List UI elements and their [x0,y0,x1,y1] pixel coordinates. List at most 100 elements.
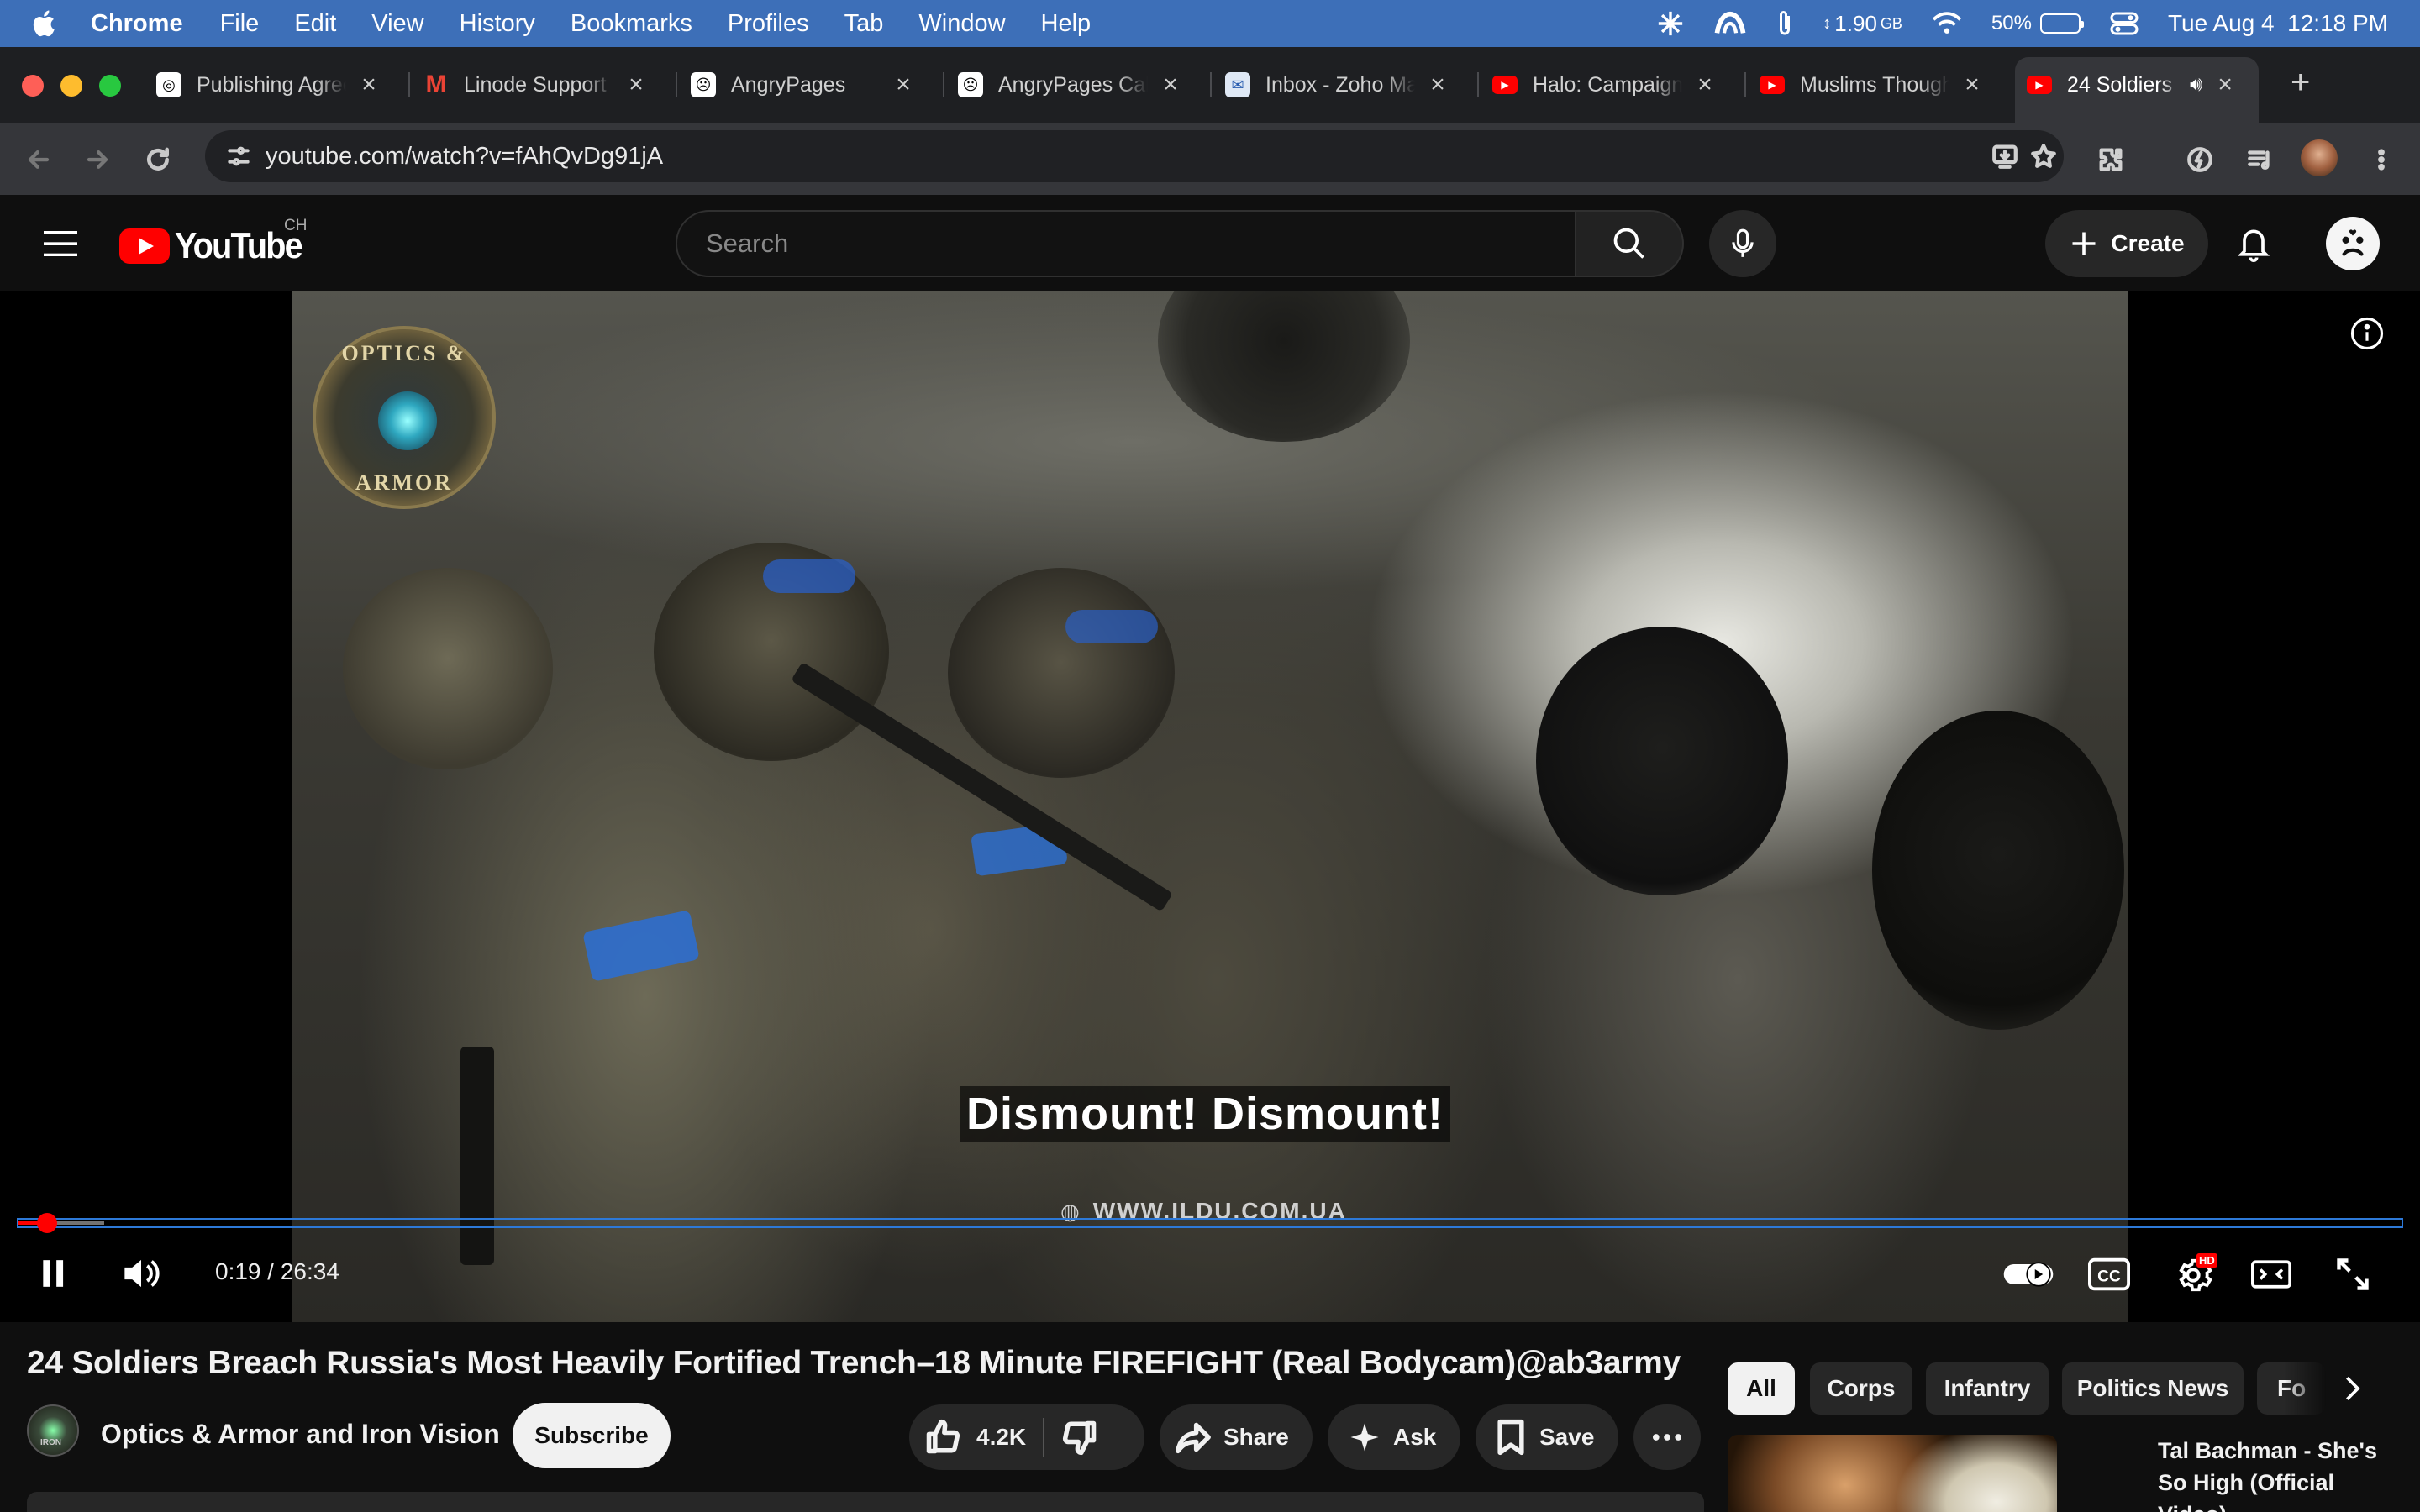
volume-icon[interactable] [119,1253,163,1294]
save-button[interactable]: Save [1476,1404,1618,1470]
account-avatar[interactable] [2326,217,2380,270]
tab-close-icon[interactable]: × [1158,71,1183,99]
menu-bar-clock[interactable]: Tue Aug 4 12:18 PM [2168,10,2388,37]
reload-icon[interactable] [139,141,176,178]
dislike-button[interactable] [1061,1419,1098,1456]
channel-avatar[interactable]: IRON [27,1404,79,1457]
tab-close-icon[interactable]: × [1692,71,1718,99]
menu-bookmarks[interactable]: Bookmarks [571,10,692,38]
extensions-puzzle-icon[interactable] [2092,141,2129,178]
tab-muslims-thought[interactable]: ▶ Muslims Thought × [1760,66,1985,104]
media-controls-icon[interactable] [2242,141,2279,178]
window-minimize-button[interactable] [60,75,82,97]
chrome-menu-icon[interactable] [2363,141,2400,178]
tab-halo-campaign[interactable]: ▶ Halo: Campaign × [1492,66,1718,104]
chip-infantry[interactable]: Infantry [1926,1362,2049,1415]
search-button[interactable] [1576,210,1684,277]
new-tab-plus-icon[interactable]: + [2291,64,2310,102]
search-box [676,210,1576,277]
macos-menu-bar: Chrome File Edit View History Bookmarks … [0,0,2420,47]
menu-help[interactable]: Help [1041,10,1092,38]
settings-gear-icon[interactable]: HD [2171,1253,2217,1295]
tab-linode-support[interactable]: M Linode Support × [424,66,649,104]
sparkle-icon[interactable] [1656,9,1685,38]
site-settings-icon[interactable] [220,138,257,175]
fullscreen-icon[interactable] [2333,1255,2373,1294]
address-bar-url[interactable]: youtube.com/watch?v=fAhQvDg91jA [266,143,663,171]
tab-zoho-inbox[interactable]: ✉ Inbox - Zoho Mail × [1225,66,1450,104]
performance-icon[interactable] [2181,141,2218,178]
youtube-icon: ▶ [1760,76,1785,94]
video-scene-hatch [1158,291,1410,442]
youtube-logo[interactable]: YouTube CH [119,217,316,267]
window-zoom-button[interactable] [99,75,121,97]
subscribe-button[interactable]: Subscribe [513,1403,671,1468]
info-icon[interactable] [2349,316,2385,355]
control-center-icon[interactable] [2109,10,2139,37]
search-input[interactable] [706,228,1462,259]
tab-24-soldiers-active[interactable]: ▶ 24 Soldiers 🔊︎ × [2027,66,2238,104]
pause-icon[interactable] [37,1257,71,1290]
menu-history[interactable]: History [460,10,535,38]
channel-name[interactable]: Optics & Armor and Iron Vision [101,1419,500,1450]
tab-angrypages[interactable]: ☹ AngryPages × [691,66,916,104]
recommendation-thumbnail[interactable] [1728,1435,2057,1512]
more-actions-button[interactable] [1634,1404,1701,1470]
tab-publishing-agreement[interactable]: ◎ Publishing Agreement × [156,66,381,104]
paperclip-icon[interactable] [1776,8,1794,39]
window-close-button[interactable] [22,75,44,97]
voice-search-button[interactable] [1709,210,1776,277]
chip-all[interactable]: All [1728,1362,1795,1415]
address-bar[interactable]: youtube.com/watch?v=fAhQvDg91jA [205,130,2064,182]
profile-avatar-icon[interactable] [2301,139,2338,176]
menu-view[interactable]: View [371,10,424,38]
menu-profiles[interactable]: Profiles [728,10,809,38]
back-arrow-icon[interactable] [20,141,57,178]
apple-icon[interactable] [30,8,60,39]
menu-edit[interactable]: Edit [294,10,336,38]
install-app-icon[interactable] [1986,138,2023,175]
tab-close-icon[interactable]: × [1425,71,1450,99]
menu-tab[interactable]: Tab [844,10,884,38]
chip-corps[interactable]: Corps [1810,1362,1912,1415]
tab-close-icon[interactable]: × [356,71,381,99]
chip-politics-news[interactable]: Politics News [2062,1362,2244,1415]
tab-close-icon[interactable]: × [623,71,649,99]
chip-fo[interactable]: Fo [2257,1362,2326,1415]
arc-icon[interactable] [1713,9,1747,38]
frown-face-icon [2342,229,2364,256]
description-panel[interactable] [27,1492,1704,1512]
tab-audio-playing-icon[interactable]: 🔊︎ [2190,73,2202,97]
memory-indicator[interactable]: ↕ 1.90 GB [1823,11,1902,37]
forward-arrow-icon[interactable] [79,141,116,178]
autoplay-toggle[interactable] [2002,1258,2055,1290]
create-button[interactable]: Create [2045,210,2208,277]
hamburger-menu-icon[interactable] [42,227,79,260]
menu-window[interactable]: Window [918,10,1005,38]
captions-icon[interactable]: CC [2087,1257,2131,1292]
theater-mode-icon[interactable] [2250,1257,2292,1292]
menu-file[interactable]: File [220,10,260,38]
video-frame[interactable] [292,291,2128,1322]
ask-button[interactable]: Ask [1328,1404,1460,1470]
tab-close-icon[interactable]: × [2212,71,2238,99]
youtube-play-logo-icon [119,228,170,264]
tab-separator [1477,72,1479,97]
progress-scrubber[interactable] [37,1213,58,1233]
wifi-icon[interactable] [1931,11,1963,36]
progress-bar[interactable] [17,1213,2403,1233]
battery-indicator[interactable]: 50% [1991,12,2084,35]
bookmark-star-icon[interactable] [2025,138,2062,175]
tab-close-icon[interactable]: × [1960,71,1985,99]
channel-avatar-text: IRON [40,1438,61,1447]
like-divider [1043,1418,1045,1457]
notifications-bell-icon[interactable] [2235,223,2272,268]
recommendation-title[interactable]: Tal Bachman - She's So High (Official Vi… [2158,1435,2393,1512]
tab-close-icon[interactable]: × [891,71,916,99]
menu-app-name[interactable]: Chrome [91,10,183,38]
share-button[interactable]: Share [1160,1404,1313,1470]
like-button[interactable]: 4.2K [924,1419,1026,1456]
chevron-right-icon[interactable] [2333,1369,2371,1408]
channel-watermark-badge[interactable]: OPTICS & ARMOR [313,326,496,509]
tab-angrypages-calendar[interactable]: ☹ AngryPages Calendar × [958,66,1183,104]
